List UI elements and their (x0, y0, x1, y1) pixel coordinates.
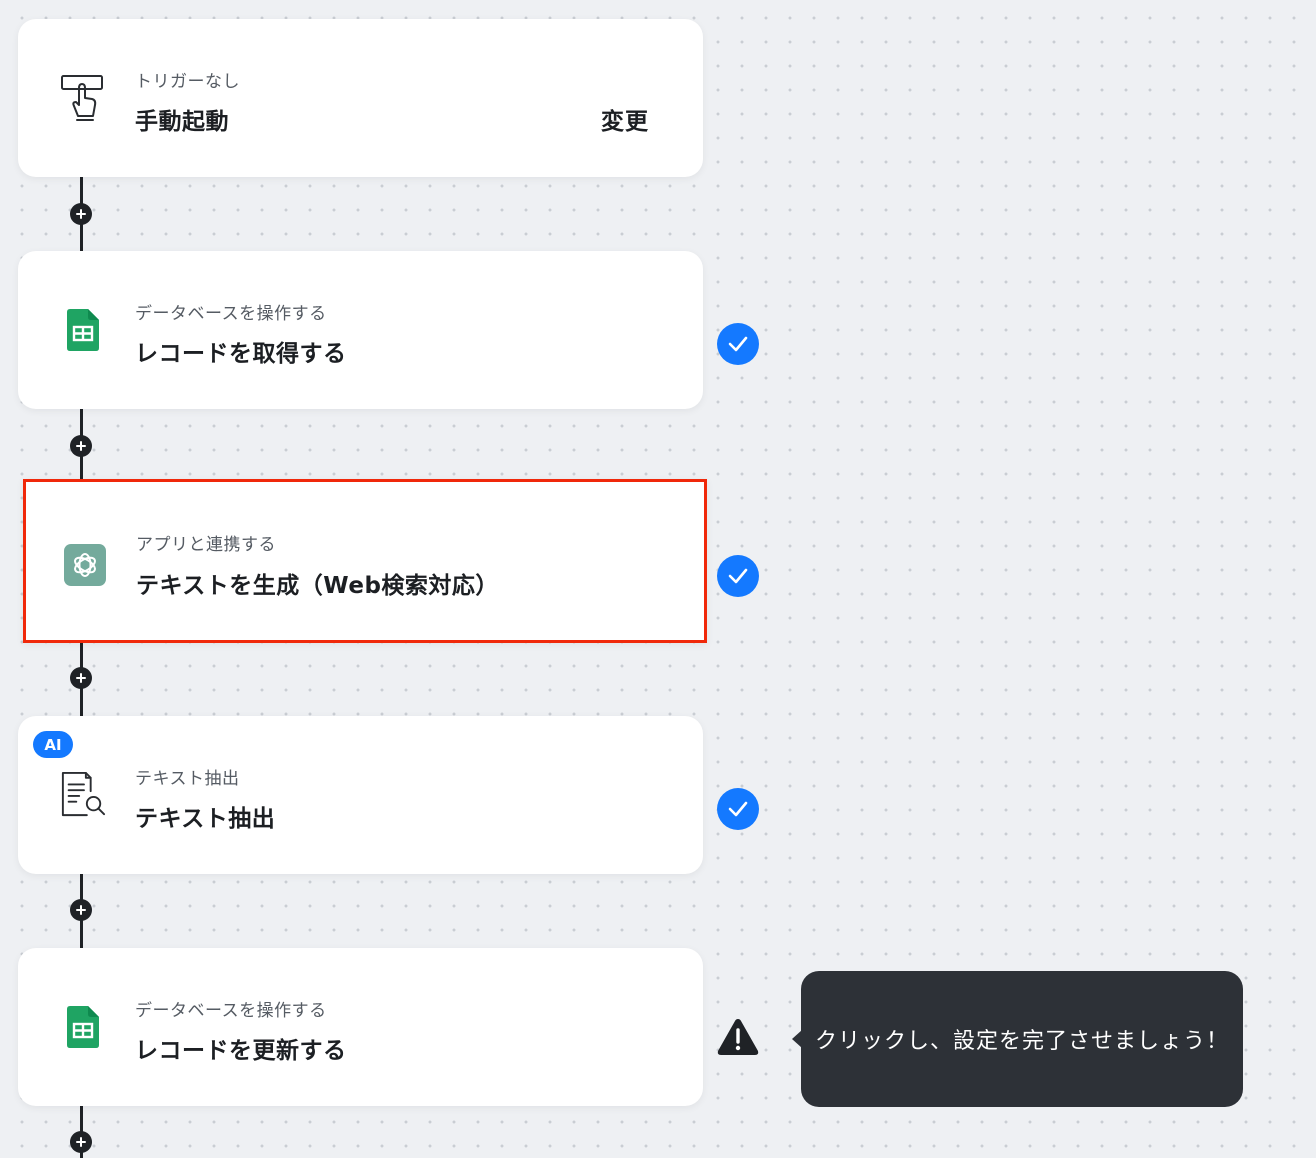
plus-icon (76, 673, 86, 683)
step-title: テキスト抽出 (135, 806, 276, 832)
step-category: データベースを操作する (135, 304, 327, 324)
step-category: テキスト抽出 (135, 769, 240, 789)
ai-badge: AI (33, 731, 73, 758)
document-search-icon (60, 772, 106, 818)
get-record-step-card[interactable]: データベースを操作する レコードを取得する (18, 251, 703, 409)
update-record-step-card[interactable]: データベースを操作する レコードを更新する (18, 948, 703, 1106)
step-category: トリガーなし (135, 72, 240, 92)
hand-pointer-icon (60, 75, 106, 121)
add-step-button[interactable] (70, 1131, 92, 1153)
plus-icon (76, 209, 86, 219)
step-title: レコードを更新する (135, 1038, 347, 1064)
add-step-button[interactable] (70, 435, 92, 457)
step-complete-check-icon (717, 788, 759, 830)
chatgpt-icon (62, 542, 108, 588)
step-title: レコードを取得する (135, 341, 347, 367)
add-step-button[interactable] (70, 203, 92, 225)
add-step-button[interactable] (70, 899, 92, 921)
step-category: データベースを操作する (135, 1001, 327, 1021)
change-trigger-button[interactable]: 変更 (601, 102, 649, 136)
step-title: 手動起動 (135, 109, 229, 135)
text-extraction-step-card[interactable]: テキスト抽出 テキスト抽出 (18, 716, 703, 874)
step-complete-check-icon (717, 323, 759, 365)
setup-hint-tooltip: クリックし、設定を完了させましょう！ (792, 971, 1243, 1107)
google-sheets-icon (60, 1004, 106, 1050)
trigger-step-card[interactable]: トリガーなし 手動起動 変更 (18, 19, 703, 177)
warning-icon (716, 1017, 760, 1057)
tooltip-text: クリックし、設定を完了させましょう！ (814, 1029, 1229, 1054)
add-step-button[interactable] (70, 667, 92, 689)
plus-icon (76, 905, 86, 915)
generate-text-step-card[interactable]: アプリと連携する テキストを生成（Web検索対応） (23, 479, 707, 643)
step-category: アプリと連携する (136, 535, 276, 555)
plus-icon (76, 441, 86, 451)
step-complete-check-icon (717, 555, 759, 597)
plus-icon (76, 1137, 86, 1147)
step-title: テキストを生成（Web検索対応） (136, 573, 499, 599)
google-sheets-icon (60, 307, 106, 353)
